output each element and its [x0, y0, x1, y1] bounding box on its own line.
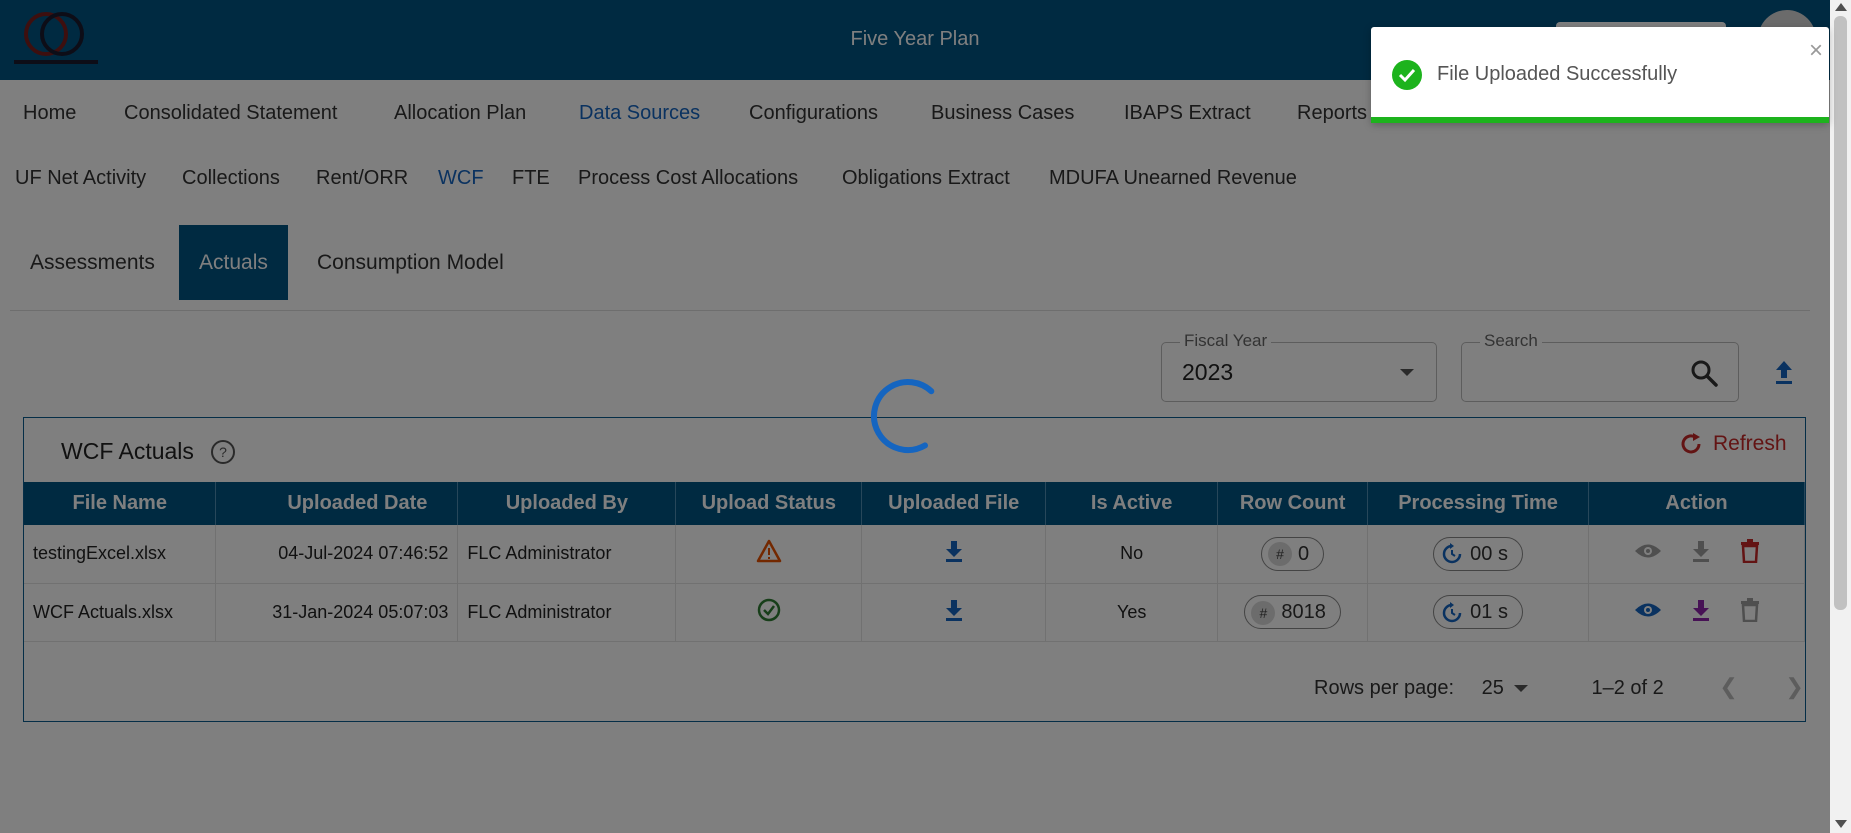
- check-circle-icon: [1391, 59, 1423, 91]
- toast-progress-bar: [1371, 117, 1829, 123]
- loading-spinner: [868, 376, 948, 456]
- toast-message: File Uploaded Successfully: [1437, 63, 1678, 85]
- success-toast: File Uploaded Successfully ×: [1371, 27, 1829, 123]
- scrollbar-thumb[interactable]: [1834, 16, 1847, 610]
- scroll-down-icon[interactable]: [1835, 820, 1847, 828]
- scroll-up-icon[interactable]: [1835, 3, 1847, 11]
- close-icon[interactable]: ×: [1809, 37, 1823, 65]
